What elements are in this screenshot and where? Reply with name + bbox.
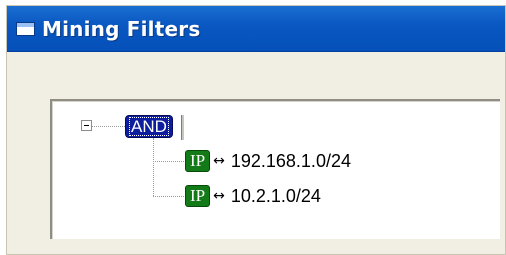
tree-connector — [92, 126, 125, 127]
ip-badge: IP — [185, 185, 211, 207]
tree-connector — [153, 196, 186, 197]
left-right-arrow-icon: ↔ — [213, 153, 225, 169]
and-node[interactable]: AND — [125, 115, 173, 138]
ip-range-value: 10.2.1.0/24 — [230, 185, 321, 206]
ip-filter-node[interactable]: IP ↔ 10.2.1.0/24 — [185, 184, 321, 208]
tree-connector — [153, 138, 154, 196]
left-right-arrow-icon: ↔ — [213, 188, 225, 204]
title-bar: Mining Filters — [7, 6, 505, 52]
ip-filter-node[interactable]: IP ↔ 192.168.1.0/24 — [185, 149, 351, 173]
ip-badge: IP — [185, 150, 211, 172]
minus-box-icon[interactable] — [81, 120, 92, 131]
window-icon — [16, 22, 35, 36]
tree-splitter-handle[interactable] — [181, 115, 184, 140]
and-node-label: AND — [129, 117, 169, 136]
ip-range-value: 192.168.1.0/24 — [230, 150, 351, 171]
tree-connector — [153, 161, 186, 162]
window-title: Mining Filters — [42, 17, 201, 41]
